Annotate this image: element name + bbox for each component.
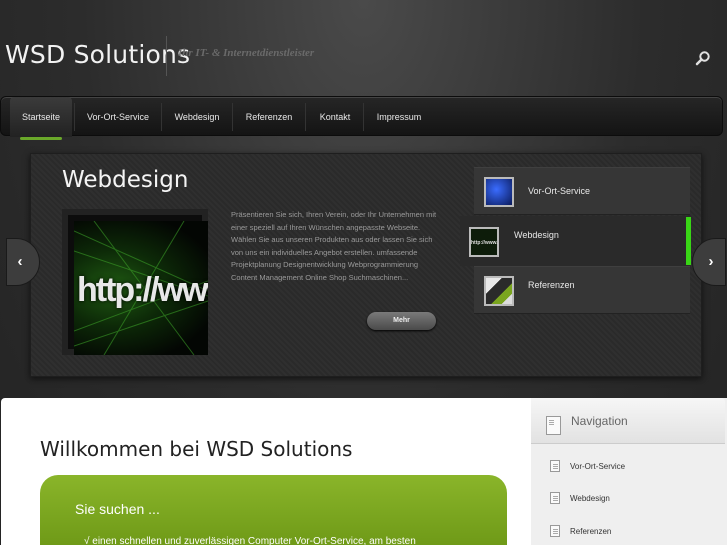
- nav-item-referenzen[interactable]: Referenzen: [235, 97, 303, 137]
- slide-image-inner: http://www.: [74, 221, 208, 355]
- search-icon[interactable]: [695, 50, 711, 66]
- main-navigation: Startseite Vor-Ort-Service Webdesign Ref…: [0, 96, 723, 140]
- sidebar-item-webdesign[interactable]: Webdesign: [570, 494, 610, 503]
- thumb-image: [484, 276, 514, 306]
- slider-thumb-referenzen[interactable]: Referenzen: [474, 266, 690, 314]
- slide-image-text: http://www.: [77, 271, 208, 309]
- slide-description: Präsentieren Sie sich, Ihren Verein, ode…: [231, 210, 437, 282]
- document-icon: [546, 416, 561, 435]
- thumb-label: Referenzen: [528, 280, 575, 290]
- active-indicator: [686, 217, 691, 265]
- more-button[interactable]: Mehr: [367, 312, 436, 330]
- thumb-label: Vor-Ort-Service: [528, 186, 591, 196]
- box-text: √ einen schnellen und zuverlässigen Comp…: [84, 536, 416, 545]
- arrow-left-icon: ‹: [17, 253, 23, 270]
- welcome-heading: Willkommen bei WSD Solutions: [40, 437, 353, 461]
- thumb-label: Webdesign: [514, 230, 559, 240]
- sidebar-title: Navigation: [571, 414, 628, 428]
- arrow-right-icon: ›: [708, 253, 714, 270]
- slide-title: Webdesign: [62, 167, 189, 193]
- nav-divider: [305, 103, 306, 131]
- document-icon: [550, 525, 560, 537]
- sidebar-item-referenzen[interactable]: Referenzen: [570, 527, 611, 536]
- box-title: Sie suchen ...: [75, 501, 160, 517]
- slide-image[interactable]: http://www.: [62, 209, 208, 355]
- slider-thumb-vor-ort-service[interactable]: Vor-Ort-Service: [474, 167, 690, 215]
- nav-divider: [363, 103, 364, 131]
- nav-item-webdesign[interactable]: Webdesign: [164, 97, 230, 137]
- nav-item-kontakt[interactable]: Kontakt: [308, 97, 362, 137]
- thumb-image: http://www.: [469, 227, 499, 257]
- slider-thumb-webdesign[interactable]: http://www. Webdesign: [460, 216, 691, 266]
- nav-item-vor-ort-service[interactable]: Vor-Ort-Service: [77, 97, 159, 137]
- logo-divider: [166, 36, 167, 76]
- sidebar-item-vor-ort-service[interactable]: Vor-Ort-Service: [570, 462, 625, 471]
- nav-divider: [74, 103, 75, 131]
- site-tagline: Ihr IT- & Internetdienstleister: [178, 47, 315, 59]
- nav-item-impressum[interactable]: Impressum: [366, 97, 432, 137]
- site-logo[interactable]: WSD Solutions: [5, 40, 190, 69]
- thumb-image: [484, 177, 514, 207]
- nav-divider: [161, 103, 162, 131]
- document-icon: [550, 460, 560, 472]
- document-icon: [550, 492, 560, 504]
- nav-item-startseite[interactable]: Startseite: [10, 97, 72, 140]
- nav-divider: [232, 103, 233, 131]
